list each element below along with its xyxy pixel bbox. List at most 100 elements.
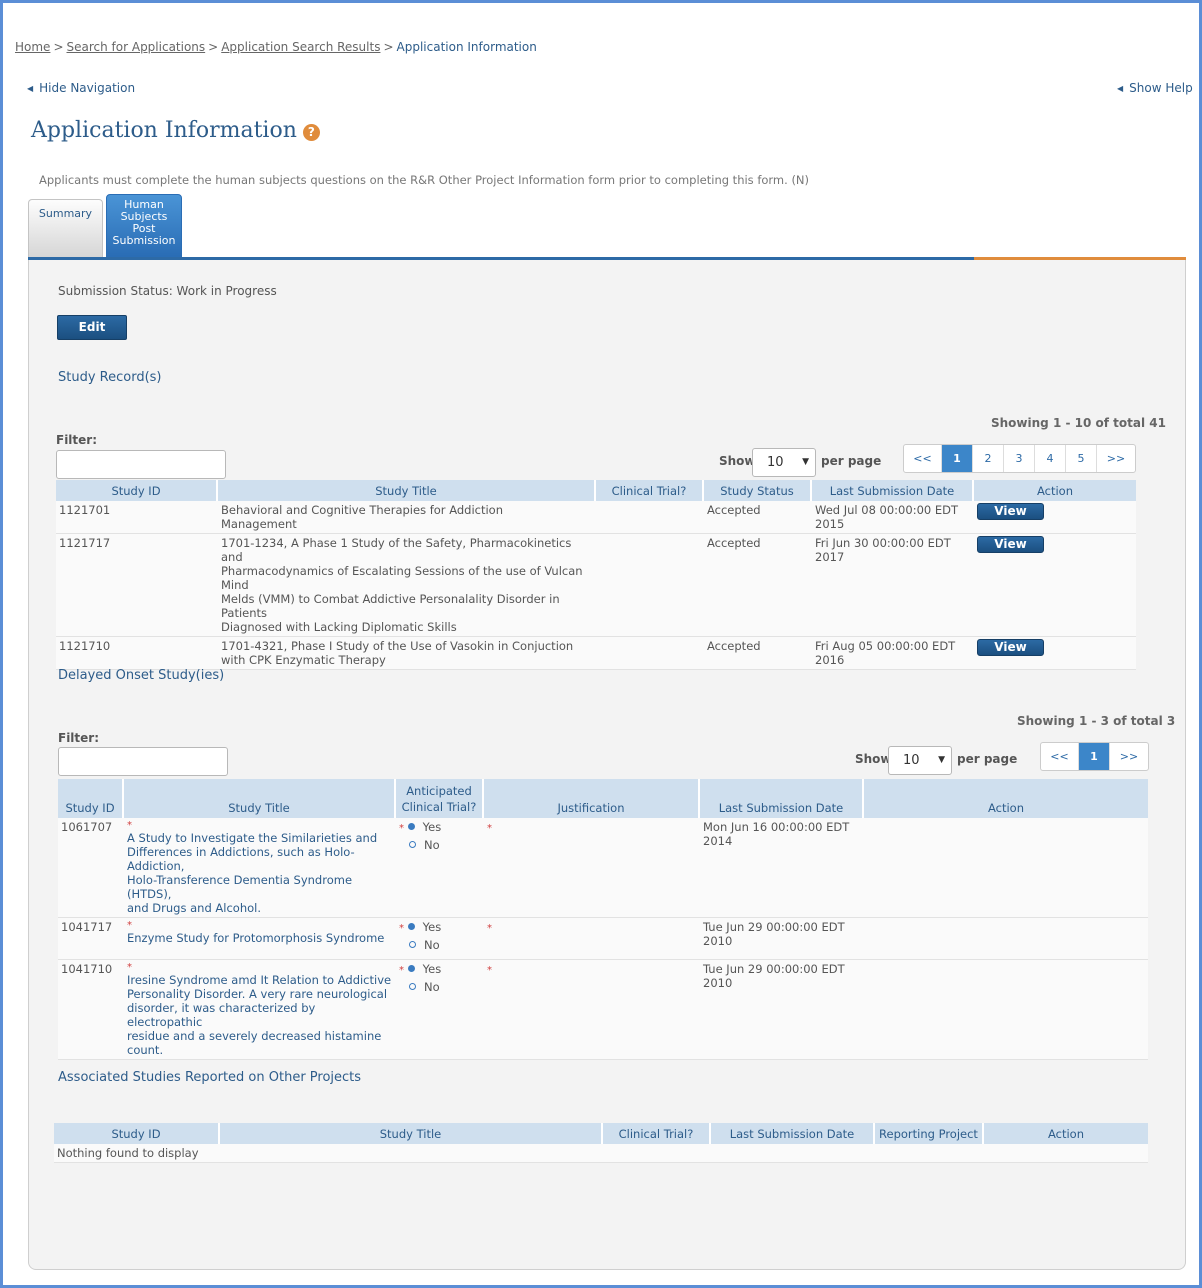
delayed-onset-page-size-select[interactable]: 10 ▼ xyxy=(888,746,952,775)
pager-page[interactable]: 4 xyxy=(1035,445,1066,472)
radio-yes[interactable]: * Yes xyxy=(399,920,481,938)
column-header[interactable]: Justification xyxy=(484,779,700,818)
justification-cell[interactable]: * xyxy=(484,918,700,960)
study-records-show-label: Show xyxy=(719,454,756,468)
column-header[interactable]: Study Status xyxy=(704,480,812,501)
date-line: 2014 xyxy=(703,834,733,848)
radio-no[interactable]: No xyxy=(399,838,481,856)
delayed-onset-filter-label: Filter: xyxy=(58,731,100,745)
column-header[interactable]: Anticipated Clinical Trial? xyxy=(396,779,484,818)
justification-cell[interactable]: * xyxy=(484,818,700,918)
view-button[interactable]: View xyxy=(977,639,1044,656)
title-line: Personality Disorder. A very rare neurol… xyxy=(127,987,388,1001)
column-header[interactable]: Study ID xyxy=(56,480,218,501)
breadcrumb-home[interactable]: Home xyxy=(15,40,50,54)
tab-summary[interactable]: Summary xyxy=(28,199,103,257)
view-button[interactable]: View xyxy=(977,503,1044,520)
action-cell xyxy=(864,960,1148,1060)
column-header[interactable]: Study Title xyxy=(220,1123,603,1144)
breadcrumb-results[interactable]: Application Search Results xyxy=(221,40,380,54)
pager-last[interactable]: >> xyxy=(1097,445,1135,472)
column-header[interactable]: Last Submission Date xyxy=(700,779,864,818)
radio-unselected-icon[interactable] xyxy=(409,941,416,948)
column-header[interactable]: Study ID xyxy=(54,1123,220,1144)
title-line: residue and a severely decreased histami… xyxy=(127,1029,382,1057)
triangle-left-icon: ◀ xyxy=(27,84,34,93)
title-line: A Study to Investigate the Similarieties… xyxy=(127,831,378,845)
study-records-filter-input[interactable] xyxy=(56,450,226,479)
study-id-cell: 1121717 xyxy=(56,534,218,637)
tab-summary-label: Summary xyxy=(38,207,93,220)
study-id-cell: 1061707 xyxy=(58,818,124,918)
radio-selected-icon[interactable] xyxy=(407,823,415,830)
radio-selected-icon[interactable] xyxy=(407,923,415,930)
action-cell: View xyxy=(974,534,1136,637)
pager-page[interactable]: 3 xyxy=(1004,445,1035,472)
column-header[interactable]: Clinical Trial? xyxy=(603,1123,711,1144)
study-title-cell: * A Study to Investigate the Similarietie… xyxy=(124,818,396,918)
radio-no[interactable]: No xyxy=(399,938,481,956)
pager-page[interactable]: 2 xyxy=(973,445,1004,472)
column-header[interactable]: Last Submission Date xyxy=(711,1123,875,1144)
chevron-down-icon: ▼ xyxy=(802,457,809,467)
tab-hs-label-line: Submission xyxy=(112,234,176,247)
title-line: disorder, it was characterized by electr… xyxy=(127,1001,316,1029)
column-header[interactable]: Study ID xyxy=(58,779,124,818)
study-id-cell: 1121701 xyxy=(56,501,218,534)
show-help-link[interactable]: ◀ Show Help xyxy=(1117,81,1193,95)
justification-cell[interactable]: * xyxy=(484,960,700,1060)
delayed-onset-show-label: Show xyxy=(855,752,892,766)
window-frame: Home > Search for Applications > Application… xyxy=(0,0,1202,1288)
tab-human-subjects-post-submission[interactable]: Human Subjects Post Submission xyxy=(106,194,182,257)
notice-text: Applicants must complete the human subje… xyxy=(39,173,810,187)
associated-studies-table: Study ID Study Title Clinical Trial? Las… xyxy=(54,1123,1148,1163)
clinical-trial-cell xyxy=(596,534,704,637)
column-header[interactable]: Last Submission Date xyxy=(812,480,974,501)
radio-unselected-icon[interactable] xyxy=(409,983,416,990)
submission-date-cell: Mon Jun 16 00:00:00 EDT 2014 xyxy=(700,818,864,918)
pager-first[interactable]: << xyxy=(1041,743,1079,770)
edit-button[interactable]: Edit xyxy=(57,315,127,340)
title-line: Enzyme Study for Protomorphosis Syndrome xyxy=(127,931,385,945)
radio-yes[interactable]: * Yes xyxy=(399,820,481,838)
study-title-cell: 1701-4321, Phase I Study of the Use of V… xyxy=(218,637,596,670)
title-line: 1701-4321, Phase I Study of the Use of V… xyxy=(221,639,574,653)
breadcrumb-search[interactable]: Search for Applications xyxy=(67,40,206,54)
date-line: Tue Jun 29 00:00:00 EDT xyxy=(703,962,845,976)
radio-selected-icon[interactable] xyxy=(407,965,415,972)
pager-last[interactable]: >> xyxy=(1110,743,1148,770)
study-records-page-size-select[interactable]: 10 ▼ xyxy=(752,448,816,477)
page-title-text: Application Information xyxy=(31,118,297,143)
study-title-cell: 1701-1234, A Phase 1 Study of the Safety… xyxy=(218,534,596,637)
title-line: Behavioral and Cognitive Therapies for A… xyxy=(221,503,504,517)
delayed-onset-filter-input[interactable] xyxy=(58,747,228,776)
pager-page[interactable]: 1 xyxy=(942,445,973,472)
column-header[interactable]: Reporting Project xyxy=(875,1123,984,1144)
delayed-onset-pager: << 1 >> xyxy=(1040,742,1149,771)
study-records-heading: Study Record(s) xyxy=(58,370,162,385)
column-header[interactable]: Study Title xyxy=(124,779,396,818)
hide-navigation-label: Hide Navigation xyxy=(39,81,136,95)
delayed-onset-per-page-label: per page xyxy=(957,752,1018,766)
hide-navigation-link[interactable]: ◀ Hide Navigation xyxy=(27,81,135,95)
date-line: 2016 xyxy=(815,653,845,667)
radio-no[interactable]: No xyxy=(399,980,481,998)
radio-no-label: No xyxy=(424,938,440,952)
breadcrumb-separator: > xyxy=(208,40,219,54)
title-line: Melds (VMM) to Combat Addictive Personal… xyxy=(221,592,560,620)
title-line: and Drugs and Alcohol. xyxy=(127,901,261,915)
pager-first[interactable]: << xyxy=(904,445,942,472)
column-header[interactable]: Study Title xyxy=(218,480,596,501)
radio-yes[interactable]: * Yes xyxy=(399,962,481,980)
column-header[interactable]: Clinical Trial? xyxy=(596,480,704,501)
view-button[interactable]: View xyxy=(977,536,1044,553)
radio-yes-label: Yes xyxy=(422,820,442,834)
column-header: Action xyxy=(864,779,1148,818)
pager-page[interactable]: 5 xyxy=(1066,445,1097,472)
title-line: Holo-Transference Dementia Syndrome (HTD… xyxy=(127,873,353,901)
radio-unselected-icon[interactable] xyxy=(409,841,416,848)
pager-page[interactable]: 1 xyxy=(1079,743,1110,770)
empty-message: Nothing found to display xyxy=(54,1144,1148,1163)
study-records-showing: Showing 1 - 10 of total 41 xyxy=(991,416,1166,430)
help-icon[interactable]: ? xyxy=(302,124,320,141)
